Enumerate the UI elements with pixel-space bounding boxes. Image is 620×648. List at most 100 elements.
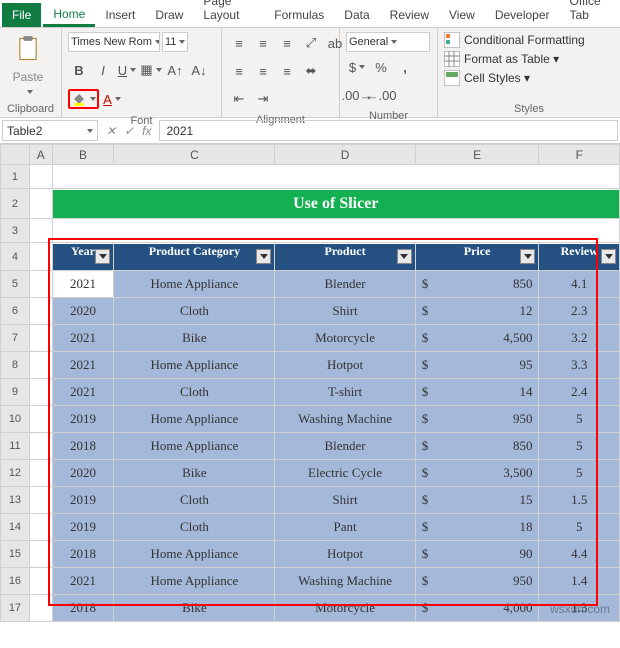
align-center-button[interactable]: ≡ xyxy=(252,60,274,82)
table-cell[interactable]: $14 xyxy=(416,379,539,405)
table-cell[interactable]: Cloth xyxy=(114,487,274,513)
table-cell[interactable]: Home Appliance xyxy=(114,433,274,459)
table-cell[interactable]: $15 xyxy=(416,487,539,513)
decrease-font-button[interactable]: A↓ xyxy=(188,59,210,81)
enter-icon[interactable]: ✓ xyxy=(124,124,134,138)
paste-button[interactable]: Paste xyxy=(6,32,50,96)
tab-insert[interactable]: Insert xyxy=(95,3,145,27)
cancel-icon[interactable]: ✕ xyxy=(106,124,116,138)
row-header[interactable]: 3 xyxy=(1,219,30,243)
table-cell[interactable]: $90 xyxy=(416,541,539,567)
table-cell[interactable]: 1.5 xyxy=(539,487,619,513)
table-cell[interactable]: Cloth xyxy=(114,379,274,405)
conditional-formatting-button[interactable]: Conditional Formatting xyxy=(444,32,585,48)
tab-draw[interactable]: Draw xyxy=(145,3,193,27)
table-cell[interactable]: $850 xyxy=(416,433,539,459)
table-cell[interactable]: 2019 xyxy=(53,487,114,513)
table-cell[interactable]: 2021 xyxy=(53,271,114,297)
merge-button[interactable]: ⬌ xyxy=(300,60,322,82)
table-cell[interactable]: 2019 xyxy=(53,514,114,540)
row-header[interactable]: 12 xyxy=(1,460,30,487)
align-top-button[interactable]: ≡ xyxy=(228,32,250,54)
table-cell[interactable]: 2018 xyxy=(53,541,114,567)
filter-button[interactable] xyxy=(95,249,110,264)
tab-formulas[interactable]: Formulas xyxy=(264,3,334,27)
table-cell[interactable]: Bike xyxy=(114,595,274,621)
tab-developer[interactable]: Developer xyxy=(485,3,560,27)
table-cell[interactable]: Motorcycle xyxy=(275,595,414,621)
table-cell[interactable]: Blender xyxy=(275,271,414,297)
row-header[interactable]: 16 xyxy=(1,568,30,595)
table-cell[interactable]: 2.3 xyxy=(539,298,619,324)
tab-view[interactable]: View xyxy=(439,3,485,27)
table-cell[interactable]: 4.4 xyxy=(539,541,619,567)
row-header[interactable]: 13 xyxy=(1,487,30,514)
table-cell[interactable]: $4,500 xyxy=(416,325,539,351)
col-header[interactable]: B xyxy=(52,145,114,165)
table-cell[interactable]: Home Appliance xyxy=(114,541,274,567)
table-cell[interactable]: 2019 xyxy=(53,406,114,432)
table-cell[interactable]: Home Appliance xyxy=(114,352,274,378)
table-cell[interactable]: $3,500 xyxy=(416,460,539,486)
table-cell[interactable]: $12 xyxy=(416,298,539,324)
table-cell[interactable]: Motorcycle xyxy=(275,325,414,351)
font-size-combo[interactable]: 11 xyxy=(162,32,188,52)
col-header[interactable]: A xyxy=(29,145,52,165)
table-cell[interactable]: 5 xyxy=(539,514,619,540)
col-header[interactable]: F xyxy=(539,145,620,165)
underline-button[interactable]: U xyxy=(116,59,138,81)
table-cell[interactable]: 3.2 xyxy=(539,325,619,351)
formula-input[interactable]: 2021 xyxy=(159,120,618,141)
row-header[interactable]: 4 xyxy=(1,243,30,271)
row-header[interactable]: 2 xyxy=(1,189,30,219)
table-cell[interactable]: Cloth xyxy=(114,298,274,324)
table-cell[interactable]: $4,000 xyxy=(416,595,539,621)
row-header[interactable]: 5 xyxy=(1,271,30,298)
table-cell[interactable]: $95 xyxy=(416,352,539,378)
increase-indent-button[interactable]: ⇥ xyxy=(252,88,274,110)
table-cell[interactable]: 2021 xyxy=(53,568,114,594)
name-box[interactable]: Table2 xyxy=(2,120,98,141)
table-cell[interactable]: Home Appliance xyxy=(114,271,274,297)
table-cell[interactable]: Bike xyxy=(114,460,274,486)
row-header[interactable]: 11 xyxy=(1,433,30,460)
table-cell[interactable]: $950 xyxy=(416,568,539,594)
number-format-combo[interactable]: General xyxy=(346,32,430,52)
table-cell[interactable]: Washing Machine xyxy=(275,568,414,594)
tab-home[interactable]: Home xyxy=(43,2,95,27)
row-header[interactable]: 1 xyxy=(1,165,30,189)
table-cell[interactable]: Home Appliance xyxy=(114,406,274,432)
table-cell[interactable]: 1.4 xyxy=(539,568,619,594)
table-cell[interactable]: 2021 xyxy=(53,352,114,378)
filter-button[interactable] xyxy=(520,249,535,264)
filter-button[interactable] xyxy=(256,249,271,264)
table-cell[interactable]: Home Appliance xyxy=(114,568,274,594)
table-cell[interactable]: $950 xyxy=(416,406,539,432)
tab-page-layout[interactable]: Page Layout xyxy=(193,0,264,27)
row-header[interactable]: 6 xyxy=(1,298,30,325)
table-cell[interactable]: Bike xyxy=(114,325,274,351)
row-header[interactable]: 14 xyxy=(1,514,30,541)
table-cell[interactable]: 5 xyxy=(539,460,619,486)
col-header[interactable]: D xyxy=(275,145,415,165)
fill-color-button[interactable] xyxy=(68,89,99,109)
table-cell[interactable]: 3.3 xyxy=(539,352,619,378)
col-header[interactable]: E xyxy=(415,145,539,165)
table-cell[interactable]: 2020 xyxy=(53,298,114,324)
table-cell[interactable]: Shirt xyxy=(275,487,414,513)
select-all-corner[interactable] xyxy=(1,145,30,165)
table-cell[interactable]: 4.1 xyxy=(539,271,619,297)
table-cell[interactable]: Blender xyxy=(275,433,414,459)
currency-button[interactable]: $ xyxy=(346,56,368,78)
font-name-combo[interactable]: Times New Rom xyxy=(68,32,160,52)
border-button[interactable]: ▦ xyxy=(140,59,162,81)
align-bottom-button[interactable]: ≡ xyxy=(276,32,298,54)
table-cell[interactable]: $850 xyxy=(416,271,539,297)
table-cell[interactable]: 2018 xyxy=(53,433,114,459)
cell-styles-button[interactable]: Cell Styles ▾ xyxy=(444,70,585,86)
italic-button[interactable]: I xyxy=(92,59,114,81)
table-cell[interactable]: 2021 xyxy=(53,325,114,351)
row-header[interactable]: 15 xyxy=(1,541,30,568)
decrease-indent-button[interactable]: ⇤ xyxy=(228,88,250,110)
table-cell[interactable]: Electric Cycle xyxy=(275,460,414,486)
